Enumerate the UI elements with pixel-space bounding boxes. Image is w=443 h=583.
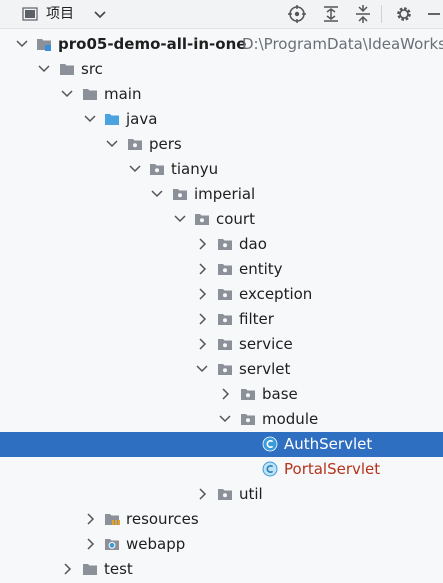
resources-folder-icon (104, 511, 120, 527)
tree-node-java[interactable]: java (0, 107, 443, 132)
target-icon[interactable] (287, 4, 307, 24)
tree-node-test[interactable]: test (0, 557, 443, 582)
chevron-right-icon[interactable] (59, 561, 75, 577)
chevron-right-icon[interactable] (194, 311, 210, 327)
tree-node-entity[interactable]: entity (0, 257, 443, 282)
tree-node-label: dao (239, 235, 267, 253)
package-icon (149, 161, 165, 177)
project-tool-window: 项目 pro05-demo-all-in-one D:\ProgramData\… (0, 0, 443, 583)
chevron-down-icon[interactable] (59, 86, 75, 102)
package-icon (217, 486, 233, 502)
package-icon (127, 136, 143, 152)
tree-node-label: exception (239, 285, 313, 303)
package-icon (217, 361, 233, 377)
tree-node-servlet[interactable]: servlet (0, 357, 443, 382)
package-icon (217, 311, 233, 327)
expand-all-icon[interactable] (321, 4, 341, 24)
tree-node-label: java (126, 110, 158, 128)
chevron-down-icon[interactable] (82, 111, 98, 127)
tree-node-label: pro05-demo-all-in-one (58, 35, 247, 53)
tree-node-webapp[interactable]: webapp (0, 532, 443, 557)
tree-node-label: resources (126, 510, 199, 528)
chevron-right-icon[interactable] (82, 536, 98, 552)
project-tool-window-header: 项目 (0, 0, 443, 29)
tree-node-court[interactable]: court (0, 207, 443, 232)
tree-node-label: service (239, 335, 293, 353)
tree-node-imperial[interactable]: imperial (0, 182, 443, 207)
tree-node-dao[interactable]: dao (0, 232, 443, 257)
tree-node-pers[interactable]: pers (0, 132, 443, 157)
java-class-icon (262, 436, 278, 452)
tree-node-service[interactable]: service (0, 332, 443, 357)
web-folder-icon (104, 536, 120, 552)
collapse-all-icon[interactable] (353, 4, 373, 24)
tree-node-filter[interactable]: filter (0, 307, 443, 332)
tree-node-main[interactable]: main (0, 82, 443, 107)
package-icon (217, 286, 233, 302)
chevron-down-icon[interactable] (127, 161, 143, 177)
tree-node-label: main (104, 85, 142, 103)
chevron-right-icon[interactable] (194, 261, 210, 277)
tree-node-exception[interactable]: exception (0, 282, 443, 307)
package-icon (194, 211, 210, 227)
package-icon (217, 336, 233, 352)
folder-icon (82, 561, 98, 577)
tree-node-label: webapp (126, 535, 186, 553)
chevron-right-icon[interactable] (217, 386, 233, 402)
tree-node-module[interactable]: module (0, 407, 443, 432)
package-icon (240, 386, 256, 402)
dropdown-caret-icon[interactable] (92, 6, 108, 22)
tree-node-portal-servlet[interactable]: PortalServlet (0, 457, 443, 482)
chevron-down-icon[interactable] (217, 411, 233, 427)
chevron-right-icon[interactable] (194, 336, 210, 352)
tree-node-label: filter (239, 310, 274, 328)
tree-node-src[interactable]: src (0, 57, 443, 82)
chevron-down-icon[interactable] (36, 61, 52, 77)
tree-node-project-root[interactable]: pro05-demo-all-in-one D:\ProgramData\Ide… (0, 32, 443, 57)
tree-node-base[interactable]: base (0, 382, 443, 407)
project-path: D:\ProgramData\IdeaWorks (242, 35, 443, 53)
tree-node-label: test (104, 560, 133, 578)
chevron-down-icon[interactable] (14, 36, 30, 52)
minimize-icon[interactable] (424, 4, 443, 24)
java-class-icon (262, 461, 278, 477)
tree-node-label: AuthServlet (284, 435, 373, 453)
tree-node-label: imperial (194, 185, 256, 203)
tree-node-label: court (216, 210, 255, 228)
tree-node-resources[interactable]: resources (0, 507, 443, 532)
tree-node-label: src (81, 60, 103, 78)
module-folder-icon (36, 36, 52, 52)
tree-node-label: module (262, 410, 319, 428)
tree-node-label: util (239, 485, 263, 503)
tree-node-label: entity (239, 260, 283, 278)
chevron-down-icon[interactable] (194, 361, 210, 377)
folder-icon (82, 86, 98, 102)
package-icon (217, 236, 233, 252)
project-view-icon[interactable] (22, 6, 38, 22)
package-icon (240, 411, 256, 427)
gear-icon[interactable] (394, 4, 414, 24)
tree-node-tianyu[interactable]: tianyu (0, 157, 443, 182)
tree-node-label: pers (149, 135, 182, 153)
tree-node-util[interactable]: util (0, 482, 443, 507)
chevron-down-icon[interactable] (149, 186, 165, 202)
chevron-right-icon[interactable] (82, 511, 98, 527)
toolbar-separator (381, 5, 382, 23)
tree-node-label: base (262, 385, 298, 403)
package-icon (172, 186, 188, 202)
package-icon (217, 261, 233, 277)
tree-node-label: PortalServlet (284, 460, 381, 478)
source-folder-icon (104, 111, 120, 127)
tree-node-label: servlet (239, 360, 291, 378)
chevron-down-icon[interactable] (172, 211, 188, 227)
tree-node-label: tianyu (171, 160, 219, 178)
chevron-right-icon[interactable] (194, 286, 210, 302)
chevron-down-icon[interactable] (104, 136, 120, 152)
view-title[interactable]: 项目 (46, 5, 74, 23)
chevron-right-icon[interactable] (194, 486, 210, 502)
tree-node-auth-servlet[interactable]: AuthServlet (0, 432, 443, 457)
folder-icon (59, 61, 75, 77)
chevron-right-icon[interactable] (194, 236, 210, 252)
